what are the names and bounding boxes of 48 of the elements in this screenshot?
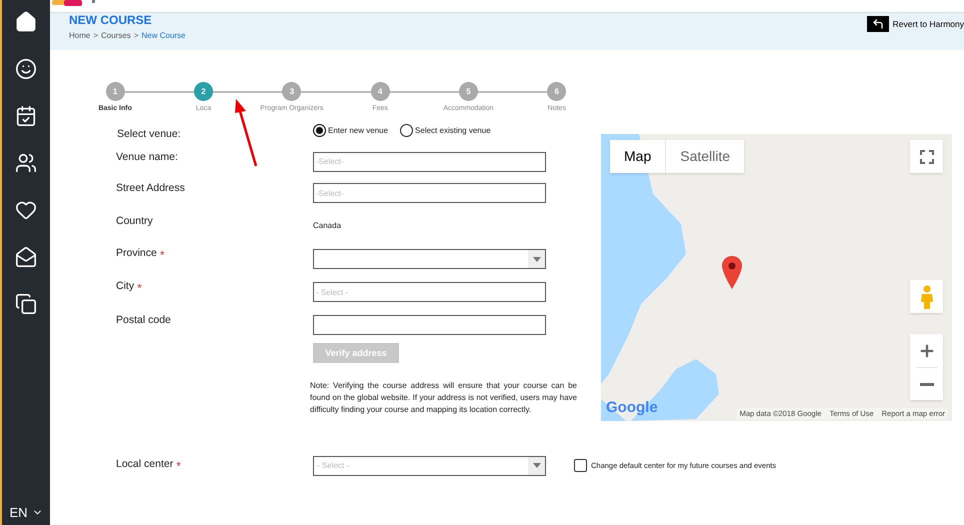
field-label: Country — [116, 214, 153, 230]
map-logo: Google — [606, 398, 658, 418]
field-label: Province * — [116, 246, 165, 264]
fullscreen-icon — [920, 150, 934, 164]
dropdown-icon — [528, 250, 545, 268]
field-label: Postal code — [116, 313, 171, 328]
documents-icon[interactable] — [15, 293, 37, 315]
map-type-tab[interactable]: Satellite — [665, 140, 744, 173]
text-field[interactable]: -Select- — [313, 183, 546, 203]
radio-button[interactable] — [400, 124, 414, 137]
select-field[interactable] — [313, 249, 546, 269]
dropdown-icon — [528, 456, 545, 474]
field-label: Street Address — [116, 181, 185, 196]
fullscreen-button[interactable] — [910, 140, 943, 173]
breadcrumb-separator: > — [93, 30, 98, 42]
envelope-icon[interactable] — [15, 246, 37, 268]
radio-button[interactable] — [313, 124, 326, 137]
breadcrumb-link[interactable]: Courses — [101, 30, 131, 42]
page-title: NEW COURSE — [69, 14, 153, 26]
home-icon[interactable] — [15, 11, 37, 33]
field-label: City * — [116, 279, 142, 297]
field-label: Local center * — [116, 456, 181, 474]
field-label: Venue name: — [116, 150, 178, 165]
radio-label: Select existing venue — [415, 124, 491, 136]
breadcrumb-separator: > — [134, 30, 138, 42]
text-field[interactable]: - Select - — [313, 282, 546, 302]
map-type-tab[interactable]: Map — [610, 140, 666, 173]
verification-note: Note: Verifying the course address will ensure that your course can be found on the global website. If your address is not verified, users may have difficulty finding your course and mapping its location correctly. — [310, 380, 577, 416]
text-field[interactable]: -Select- — [313, 152, 546, 172]
text-field[interactable] — [313, 315, 546, 335]
breadcrumb-link[interactable]: New Course — [141, 30, 186, 42]
users-icon[interactable] — [15, 152, 37, 174]
checkbox[interactable] — [574, 459, 587, 472]
person-icon — [920, 284, 934, 308]
country-value: Canada — [313, 220, 342, 232]
revert-button[interactable]: Revert to Harmony — [866, 16, 964, 32]
smiley-icon[interactable] — [15, 58, 37, 80]
annotation-arrow — [234, 99, 258, 167]
breadcrumb-link[interactable]: Home — [69, 30, 90, 42]
plus-icon — [918, 342, 936, 360]
minus-icon — [920, 382, 934, 386]
language-select[interactable]: EN — [9, 502, 43, 522]
radio-label: Enter new venue — [328, 124, 388, 136]
map-pin-icon — [722, 256, 742, 289]
logo-icon — [52, 0, 96, 6]
heart-icon[interactable] — [15, 199, 37, 221]
calendar-icon[interactable] — [15, 105, 37, 127]
field-label: Select venue: — [116, 126, 182, 142]
